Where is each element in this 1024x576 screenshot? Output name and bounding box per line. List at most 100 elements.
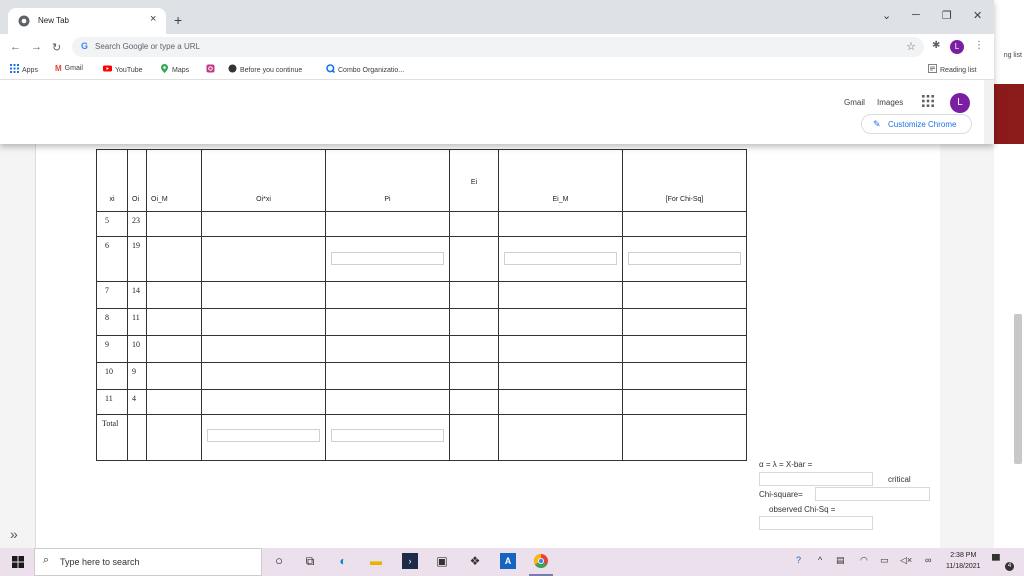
alpha-input[interactable]	[759, 472, 873, 486]
new-tab-plus-icon[interactable]: +	[174, 13, 182, 27]
oi-m-cell[interactable]	[146, 389, 202, 415]
page-scrollbar-thumb[interactable]	[1014, 314, 1022, 464]
oixi-cell[interactable]	[201, 281, 326, 309]
oi-m-cell[interactable]	[146, 335, 202, 363]
google-apps-icon[interactable]	[922, 95, 934, 107]
app-a-icon[interactable]: A	[500, 553, 516, 569]
oi-m-cell[interactable]	[146, 281, 202, 309]
ei-cell[interactable]	[449, 335, 499, 363]
battery-icon[interactable]: ▭	[880, 555, 889, 566]
chrome-taskbar-icon[interactable]	[533, 553, 549, 569]
chi-cell[interactable]	[622, 335, 747, 363]
chrome-menu-icon[interactable]: ⋮	[974, 40, 984, 51]
reload-icon[interactable]: ↻	[52, 41, 61, 54]
oi-m-cell[interactable]	[146, 236, 202, 282]
chi-cell[interactable]	[622, 362, 747, 390]
ei-m-total-cell[interactable]	[498, 414, 623, 461]
pi-cell[interactable]	[325, 308, 450, 336]
chi-total-cell[interactable]	[622, 414, 747, 461]
oi-m-cell[interactable]	[146, 362, 202, 390]
oixi-cell[interactable]	[201, 362, 326, 390]
chi-square-critical-input[interactable]	[815, 487, 930, 501]
network-link-icon[interactable]: ∞	[925, 555, 931, 565]
help-icon[interactable]: ?	[796, 555, 801, 565]
bookmark-before-you-continue[interactable]: Before you continue	[228, 64, 302, 74]
bookmark-star-icon[interactable]: ☆	[906, 40, 916, 53]
chi-cell[interactable]	[622, 281, 747, 309]
oi-m-total-cell[interactable]	[146, 414, 202, 461]
pi-input[interactable]	[331, 252, 444, 265]
images-link[interactable]: Images	[877, 98, 903, 107]
volume-icon[interactable]: ◁×	[900, 555, 912, 566]
customize-chrome-button[interactable]: ✎ Customize Chrome	[861, 114, 972, 134]
pi-cell[interactable]	[325, 281, 450, 309]
windows-start-icon[interactable]	[12, 556, 24, 568]
file-explorer-icon[interactable]: ▬	[368, 553, 384, 569]
ei-total-cell[interactable]	[449, 414, 499, 461]
omnibox[interactable]: G Search Google or type a URL ☆	[72, 37, 924, 57]
bookmark-gmail[interactable]: M Gmail	[55, 64, 83, 73]
wifi-icon[interactable]: ◠	[860, 555, 868, 566]
chi-cell[interactable]	[622, 308, 747, 336]
ntp-scrollbar[interactable]	[984, 80, 994, 144]
ei-cell[interactable]	[449, 236, 499, 282]
extensions-puzzle-icon[interactable]: ✱	[932, 40, 940, 51]
notification-icon[interactable]: ▀	[992, 555, 1000, 567]
store-icon[interactable]: ▣	[434, 553, 450, 569]
minimize-icon[interactable]: ─	[912, 9, 920, 21]
dropbox-icon[interactable]: ❖	[467, 553, 483, 569]
tray-app-icon[interactable]: ▤	[836, 555, 845, 566]
ei-cell[interactable]	[449, 211, 499, 237]
bookmark-apps[interactable]: Apps	[10, 64, 38, 74]
ei-m-cell[interactable]	[498, 281, 623, 309]
ei-m-cell[interactable]	[498, 335, 623, 363]
oixi-cell[interactable]	[201, 211, 326, 237]
taskbar-clock[interactable]: 2:38 PM 11/18/2021	[946, 550, 981, 572]
expand-chevron-icon[interactable]: »	[10, 526, 18, 542]
ei-cell[interactable]	[449, 362, 499, 390]
task-view-icon[interactable]: ⧉	[302, 553, 318, 569]
account-avatar[interactable]: L	[950, 93, 970, 113]
show-hidden-icons-chevron-icon[interactable]: ^	[818, 555, 822, 565]
observed-chi-sq-input[interactable]	[759, 516, 873, 530]
ei-cell[interactable]	[449, 281, 499, 309]
close-window-icon[interactable]: ✕	[973, 9, 982, 22]
cortana-icon[interactable]: ○	[271, 553, 287, 569]
forward-arrow-icon[interactable]: →	[31, 41, 42, 53]
reading-list-button[interactable]: Reading list	[928, 64, 977, 74]
oi-m-cell[interactable]	[146, 211, 202, 237]
bookmark-youtube[interactable]: YouTube	[103, 64, 143, 74]
ei-m-cell[interactable]	[498, 389, 623, 415]
pi-total-input[interactable]	[331, 429, 444, 442]
oixi-cell[interactable]	[201, 236, 326, 282]
tab-search-chevron-icon[interactable]: ⌄	[882, 9, 891, 22]
ei-m-input[interactable]	[504, 252, 617, 265]
chi-input[interactable]	[628, 252, 741, 265]
maximize-icon[interactable]: ❐	[942, 9, 952, 22]
back-arrow-icon[interactable]: ←	[10, 41, 21, 53]
gmail-link[interactable]: Gmail	[844, 98, 865, 107]
tab-new-tab[interactable]: New Tab ×	[8, 8, 166, 34]
pi-cell[interactable]	[325, 362, 450, 390]
pi-cell[interactable]	[325, 211, 450, 237]
profile-avatar[interactable]: L	[950, 40, 964, 54]
oixi-cell[interactable]	[201, 335, 326, 363]
oi-total-cell[interactable]	[127, 414, 147, 461]
ei-m-cell[interactable]	[498, 362, 623, 390]
bookmark-maps[interactable]: Maps	[160, 64, 189, 74]
ei-cell[interactable]	[449, 308, 499, 336]
edge-browser-icon[interactable]: ◐	[335, 553, 351, 569]
pi-cell[interactable]	[325, 335, 450, 363]
terminal-app-icon[interactable]: ›	[402, 553, 418, 569]
oixi-total-input[interactable]	[207, 429, 320, 442]
bookmark-instagram[interactable]	[206, 64, 218, 74]
ei-m-cell[interactable]	[498, 211, 623, 237]
chi-cell[interactable]	[622, 389, 747, 415]
taskbar-search-box[interactable]: ⌕ Type here to search	[34, 548, 262, 576]
chi-cell[interactable]	[622, 211, 747, 237]
ei-cell[interactable]	[449, 389, 499, 415]
pi-cell[interactable]	[325, 389, 450, 415]
tab-close-icon[interactable]: ×	[150, 13, 156, 25]
bookmark-combo-organization[interactable]: Combo Organizatio...	[326, 64, 404, 74]
oixi-cell[interactable]	[201, 389, 326, 415]
